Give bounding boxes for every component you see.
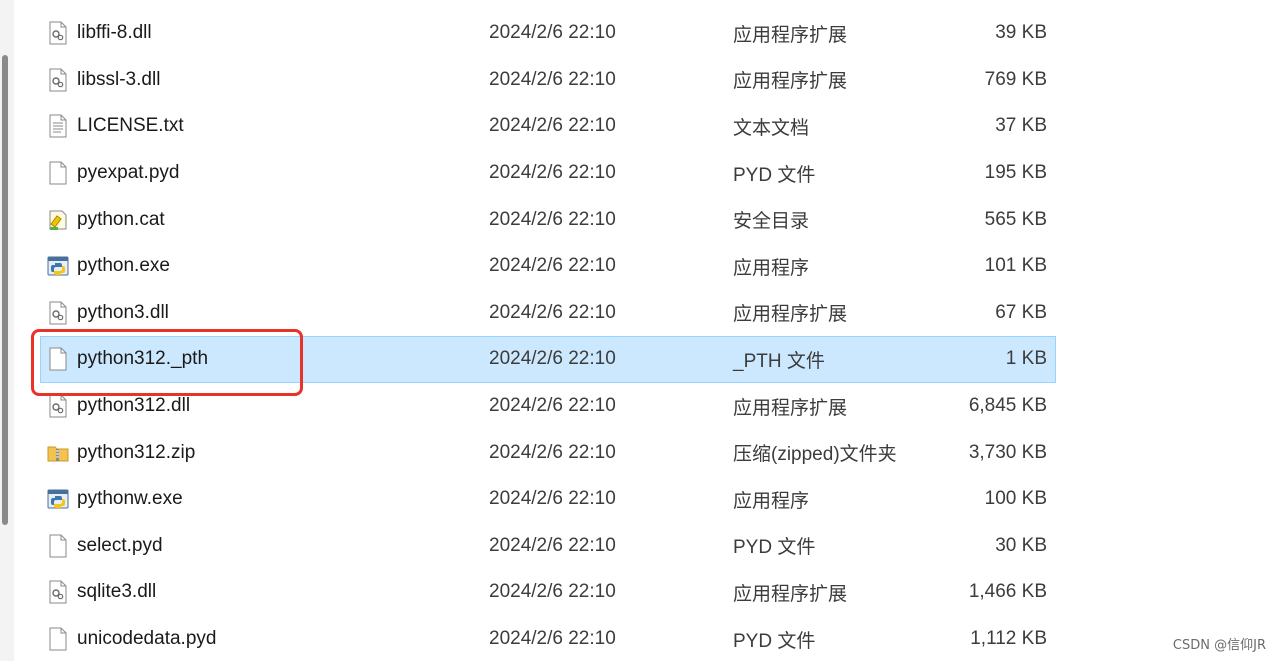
security-catalog-icon [47,208,69,232]
file-size: 39 KB [995,22,1047,44]
file-row[interactable]: pythonw.exe 2024/2/6 22:10 应用程序 100 KB [40,476,1056,523]
file-type: 安全目录 [733,211,810,233]
python-exe-icon [47,254,69,278]
file-row[interactable]: python.exe 2024/2/6 22:10 应用程序 101 KB [40,243,1056,290]
file-size: 3,730 KB [968,441,1047,463]
blank-file-icon [47,161,69,185]
file-list: libffi-8.dll 2024/2/6 22:10 应用程序扩展 39 KB lib… [40,10,1056,661]
file-name: select.pyd [77,534,163,556]
file-date-modified: 2024/2/6 22:10 [489,581,616,603]
blank-file-icon [47,347,69,371]
file-name: libssl-3.dll [77,68,161,90]
file-name: python312.dll [77,395,191,417]
file-name: python312._pth [77,348,209,370]
dll-file-icon [47,21,69,45]
file-date-modified: 2024/2/6 22:10 [489,488,616,510]
file-type: 应用程序扩展 [733,304,848,326]
file-name: unicodedata.pyd [77,628,217,650]
file-size: 30 KB [995,534,1047,556]
file-date-modified: 2024/2/6 22:10 [489,255,616,277]
file-type: 压缩(zipped)文件夹 [733,444,897,466]
dll-file-icon [47,394,69,418]
file-row[interactable]: pyexpat.pyd 2024/2/6 22:10 PYD 文件 195 KB [40,150,1056,197]
file-type: 应用程序扩展 [733,583,848,605]
text-file-icon [47,114,69,138]
file-type: PYD 文件 [733,630,816,652]
file-type: 文本文档 [733,117,810,139]
file-size: 1,466 KB [968,581,1047,603]
file-size: 769 KB [984,68,1047,90]
file-type: 应用程序扩展 [733,397,848,419]
file-size: 195 KB [984,162,1047,184]
file-size: 67 KB [995,301,1047,323]
file-date-modified: 2024/2/6 22:10 [489,348,616,370]
zip-folder-icon [47,441,69,465]
file-type: 应用程序 [733,490,810,512]
file-type: 应用程序 [733,257,810,279]
file-date-modified: 2024/2/6 22:10 [489,441,616,463]
file-type: PYD 文件 [733,537,816,559]
watermark: CSDN @信仰JR [1172,638,1266,653]
file-size: 100 KB [984,488,1047,510]
file-explorer-view: libffi-8.dll 2024/2/6 22:10 应用程序扩展 39 KB lib… [0,0,1280,661]
file-size: 6,845 KB [968,395,1047,417]
file-type: PYD 文件 [733,164,816,186]
file-size: 101 KB [984,255,1047,277]
file-date-modified: 2024/2/6 22:10 [489,534,616,556]
file-name: LICENSE.txt [77,115,184,137]
file-name: python312.zip [77,441,196,463]
python-exe-icon [47,487,69,511]
file-name: pyexpat.pyd [77,162,180,184]
dll-file-icon [47,68,69,92]
file-row[interactable]: libffi-8.dll 2024/2/6 22:10 应用程序扩展 39 KB [40,10,1056,57]
file-size: 1,112 KB [970,628,1047,650]
file-date-modified: 2024/2/6 22:10 [489,22,616,44]
dll-file-icon [47,580,69,604]
file-row[interactable]: python3.dll 2024/2/6 22:10 应用程序扩展 67 KB [40,290,1056,337]
file-row[interactable]: LICENSE.txt 2024/2/6 22:10 文本文档 37 KB [40,103,1056,150]
file-row[interactable]: select.pyd 2024/2/6 22:10 PYD 文件 30 KB [40,523,1056,570]
file-name: sqlite3.dll [77,581,157,603]
file-name: python3.dll [77,301,169,323]
file-date-modified: 2024/2/6 22:10 [489,208,616,230]
navigation-pane-edge [0,0,14,661]
file-size: 565 KB [984,208,1047,230]
file-row[interactable]: libssl-3.dll 2024/2/6 22:10 应用程序扩展 769 KB [40,57,1056,104]
file-row[interactable]: python312.dll 2024/2/6 22:10 应用程序扩展 6,845 K… [40,383,1056,430]
blank-file-icon [47,534,69,558]
navigation-scrollbar[interactable] [2,55,8,525]
blank-file-icon [47,627,69,651]
file-type: 应用程序扩展 [733,71,848,93]
file-name: python.cat [77,208,165,230]
file-date-modified: 2024/2/6 22:10 [489,395,616,417]
file-size: 1 KB [1005,348,1047,370]
file-name: pythonw.exe [77,488,183,510]
file-row[interactable]: sqlite3.dll 2024/2/6 22:10 应用程序扩展 1,466 KB [40,569,1056,616]
file-name: libffi-8.dll [77,22,152,44]
file-date-modified: 2024/2/6 22:10 [489,115,616,137]
dll-file-icon [47,301,69,325]
file-date-modified: 2024/2/6 22:10 [489,301,616,323]
file-row[interactable]: python.cat 2024/2/6 22:10 安全目录 565 KB [40,196,1056,243]
file-name: python.exe [77,255,170,277]
file-row[interactable]: python312._pth 2024/2/6 22:10 _PTH 文件 1 KB [40,336,1056,383]
file-date-modified: 2024/2/6 22:10 [489,162,616,184]
file-row[interactable]: unicodedata.pyd 2024/2/6 22:10 PYD 文件 1,112… [40,616,1056,661]
file-type: 应用程序扩展 [733,24,848,46]
file-type: _PTH 文件 [733,350,825,372]
file-date-modified: 2024/2/6 22:10 [489,628,616,650]
file-row[interactable]: python312.zip 2024/2/6 22:10 压缩(zipped)文件夹… [40,429,1056,476]
file-size: 37 KB [995,115,1047,137]
file-date-modified: 2024/2/6 22:10 [489,68,616,90]
